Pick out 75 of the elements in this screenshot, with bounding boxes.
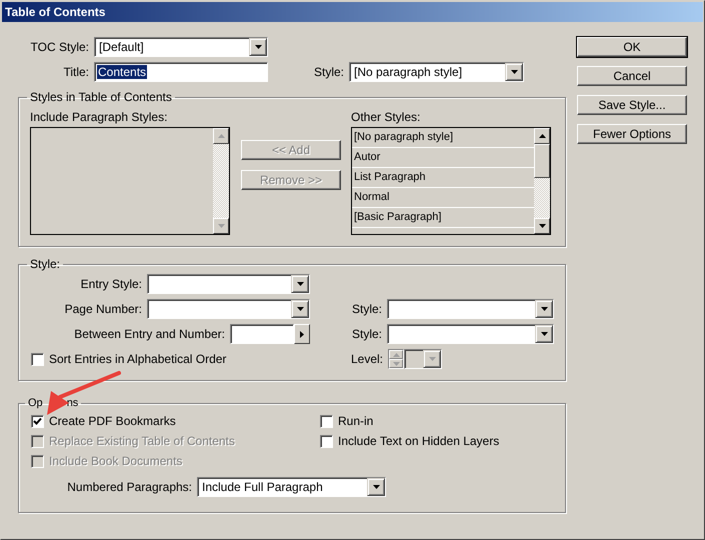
checkbox-label: Include Text on Hidden Layers <box>338 434 500 448</box>
scroll-up-button[interactable] <box>213 128 229 144</box>
dialog-button[interactable]: Save Style... <box>577 95 687 115</box>
down-arrow-icon <box>372 485 380 489</box>
down-arrow-icon <box>540 332 548 336</box>
scrollbar[interactable] <box>213 128 229 234</box>
dropdown-button[interactable] <box>423 350 441 368</box>
dropdown-button[interactable] <box>535 300 553 318</box>
checkbox-label: Run-in <box>338 414 374 428</box>
right-arrow-icon <box>300 330 304 338</box>
list-item[interactable]: [No paragraph style] <box>352 128 534 148</box>
checkbox-label: Replace Existing Table of Contents <box>49 434 235 448</box>
down-arrow-icon <box>510 70 518 74</box>
down-arrow-icon <box>392 362 400 366</box>
field-label: TOC Style: <box>30 40 90 54</box>
down-arrow-icon <box>218 224 224 228</box>
list-box[interactable] <box>30 127 230 235</box>
down-arrow-icon <box>538 224 546 228</box>
scroll-up-button[interactable] <box>534 128 550 144</box>
down-arrow-icon <box>296 307 304 311</box>
dropdown-button[interactable] <box>291 300 309 318</box>
list-box[interactable]: [No paragraph style] Autor List Paragraph Normal [Basic Paragraph] <box>351 127 551 235</box>
dropdown-button[interactable] <box>367 478 385 496</box>
dropdown-button[interactable] <box>249 38 267 56</box>
dropdown[interactable] <box>387 324 554 344</box>
scroll-down-button[interactable] <box>534 218 550 234</box>
checkbox[interactable] <box>320 434 333 448</box>
up-arrow-icon <box>538 134 546 138</box>
dialog-button[interactable]: Fewer Options <box>577 124 687 144</box>
field-label: Include Paragraph Styles: <box>30 110 168 124</box>
group-title: Style: <box>29 257 62 271</box>
checkbox-label: Sort Entries in Alphabetical Order <box>49 352 226 366</box>
field-label: Style: <box>350 327 383 341</box>
dropdown[interactable] <box>387 299 554 319</box>
dropdown-button[interactable] <box>291 275 309 293</box>
dialog-button[interactable]: OK <box>577 37 687 57</box>
dropdown[interactable]: Include Full Paragraph <box>197 477 386 497</box>
down-arrow-icon <box>540 307 548 311</box>
scrollbar[interactable] <box>534 128 550 234</box>
field-label: Page Number: <box>64 302 143 316</box>
scroll-down-button[interactable] <box>213 218 229 234</box>
text-field[interactable]: Contents <box>94 62 268 82</box>
field-label: Between Entry and Number: <box>73 327 226 341</box>
arrow-button[interactable] <box>294 324 310 344</box>
checkbox[interactable] <box>320 414 333 428</box>
dialog-button[interactable]: Cancel <box>577 66 687 86</box>
group-title: Styles in Table of Contents <box>29 90 173 104</box>
down-arrow-icon <box>296 282 304 286</box>
down-arrow-icon <box>428 357 436 361</box>
window-title: Table of Contents <box>5 5 106 19</box>
dropdown[interactable] <box>404 349 442 369</box>
down-arrow-icon <box>254 45 262 49</box>
field-label: Numbered Paragraphs: <box>66 480 193 494</box>
up-arrow-icon <box>218 134 224 138</box>
scroll-thumb[interactable] <box>534 144 550 178</box>
field-label: Other Styles: <box>351 110 422 124</box>
field-label: Entry Style: <box>80 277 143 291</box>
field-label: Level: <box>350 352 384 366</box>
dropdown[interactable]: [Default] <box>94 37 268 57</box>
field-label: Title: <box>62 65 90 79</box>
group-title: Op <box>28 397 43 409</box>
checkbox[interactable] <box>31 414 44 428</box>
dropdown-button[interactable] <box>535 325 553 343</box>
text-field[interactable] <box>230 324 294 344</box>
field-label: Style: <box>350 302 383 316</box>
dropdown[interactable] <box>147 274 310 294</box>
field-label: Style: <box>312 65 345 79</box>
dropdown-button[interactable] <box>505 63 523 81</box>
checkbox[interactable] <box>31 352 44 366</box>
up-arrow-icon <box>392 352 400 356</box>
checkbox-label: Include Book Documents <box>49 454 182 468</box>
checkbox-label: Create PDF Bookmarks <box>49 414 176 428</box>
dropdown[interactable] <box>147 299 310 319</box>
dropdown[interactable]: [No paragraph style] <box>349 62 524 82</box>
group-title: ns <box>66 397 78 409</box>
